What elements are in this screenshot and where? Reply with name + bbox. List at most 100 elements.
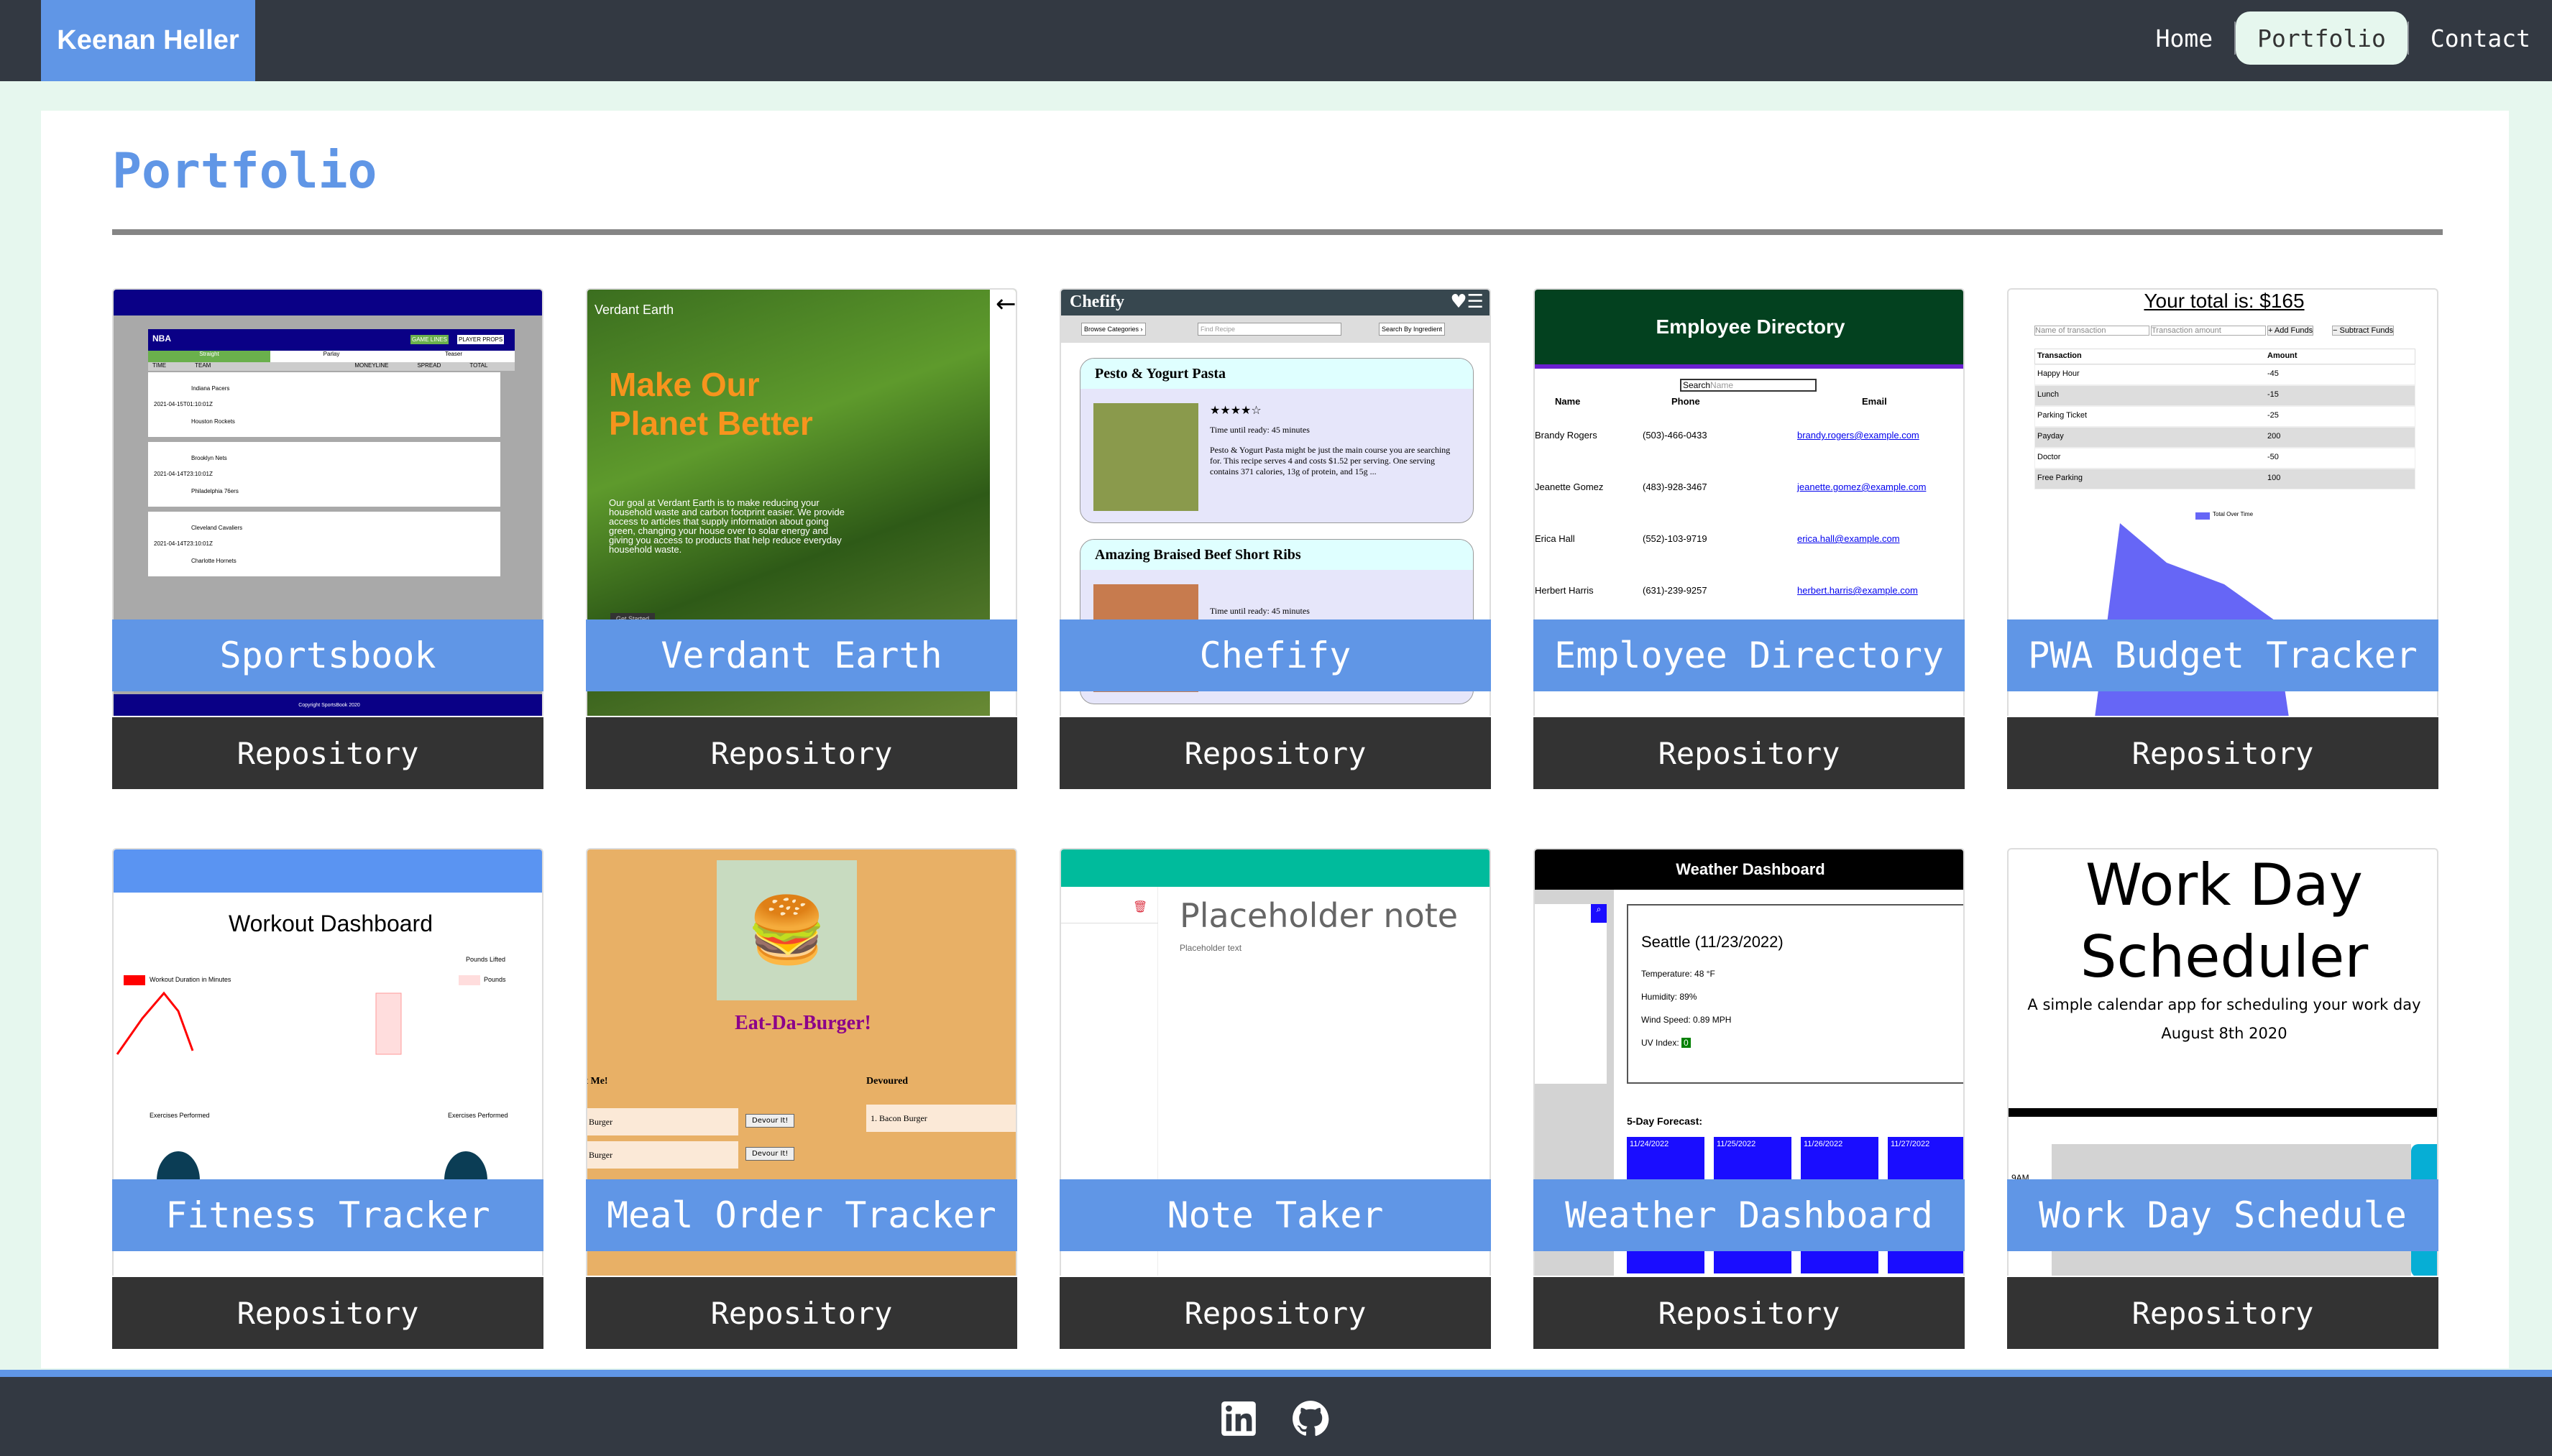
employee-phone: (503)-466-0433 (1643, 430, 1707, 441)
employee-name: Jeanette Gomez (1535, 482, 1604, 492)
transaction-amount-input: Transaction amount (2151, 326, 2266, 336)
preview-heading: Work Day Scheduler (2080, 852, 2369, 990)
project-title[interactable]: PWA Budget Tracker (2007, 619, 2438, 691)
forecast-date: 11/27/2022 (1891, 1140, 1930, 1148)
preview-heading: Weather Dashboard (1535, 849, 1963, 890)
employee-name: Brandy Rogers (1535, 430, 1597, 441)
github-icon[interactable] (1292, 1400, 1329, 1437)
transaction-amount: -25 (2267, 411, 2279, 420)
preview-date: August 8th 2020 (2161, 1025, 2287, 1042)
recipe-name: Pesto & Yogurt Pasta (1080, 359, 1473, 389)
uv-index: 0 (1681, 1038, 1691, 1048)
transaction-name: Doctor (2037, 453, 2061, 461)
burger-item: Burger (587, 1141, 738, 1169)
burger-icon: 🍔 (717, 860, 857, 1000)
city-date: Seattle (11/23/2022) (1641, 933, 1784, 951)
transaction-name: Lunch (2037, 390, 2059, 399)
project-title[interactable]: Employee Directory (1533, 619, 1965, 691)
col-title: Devoured (866, 1076, 909, 1087)
find-recipe-input: Find Recipe (1198, 323, 1341, 336)
table-row: Happy Hour -45 (2034, 364, 2415, 385)
employee-phone: (631)-239-9257 (1643, 585, 1707, 596)
transaction-amount: 200 (2267, 432, 2281, 441)
preview-heading: Eat-Da-Burger! (735, 1012, 871, 1034)
team: Cleveland Cavaliers (191, 525, 243, 531)
recipe-desc: Pesto & Yogurt Pasta might be just the m… (1210, 445, 1451, 476)
repository-button[interactable]: Repository (1533, 1277, 1965, 1349)
project-title[interactable]: Fitness Tracker (112, 1179, 543, 1251)
col-header: TEAM (195, 362, 211, 369)
repository-button[interactable]: Repository (586, 1277, 1017, 1349)
chart-legend: Total Over Time (2213, 511, 2254, 517)
team: Indiana Pacers (191, 385, 230, 392)
repository-button[interactable]: Repository (2007, 1277, 2438, 1349)
nav-contact[interactable]: Contact (2409, 11, 2552, 65)
repository-button[interactable]: Repository (1060, 717, 1491, 789)
top-navbar: Keenan Heller Home Portfolio Contact (0, 0, 2552, 81)
col-header: MONEYLINE (354, 362, 389, 369)
col-header: Email (1862, 396, 1887, 407)
employee-phone: (483)-928-3467 (1643, 482, 1707, 492)
project-title[interactable]: Chefify (1060, 619, 1491, 691)
preview-headline: Make Our Planet Better (609, 366, 813, 442)
employee-email: jeanette.gomez@example.com (1797, 482, 1927, 492)
devour-button: Devour It! (745, 1147, 795, 1161)
heart-menu-icon: ♥☰ (1450, 291, 1484, 313)
project-title[interactable]: Meal Order Tracker (586, 1179, 1017, 1251)
repository-button[interactable]: Repository (1060, 1277, 1491, 1349)
project-title[interactable]: Note Taker (1060, 1179, 1491, 1251)
team: Charlotte Hornets (191, 558, 237, 564)
col-header: Amount (2267, 351, 2298, 360)
game-time: 2021-04-14T23:10:01Z (154, 540, 213, 547)
repository-button[interactable]: Repository (112, 717, 543, 789)
repository-button[interactable]: Repository (586, 717, 1017, 789)
preview-brand: Verdant Earth (595, 303, 674, 317)
game-time: 2021-04-14T23:10:01Z (154, 471, 213, 477)
table-row: Doctor -50 (2034, 448, 2415, 469)
burger-item: Burger (587, 1108, 738, 1135)
league-label: NBA (152, 333, 171, 344)
preview-sub: A simple calendar app for scheduling you… (2027, 996, 2421, 1013)
search-label: Search (1683, 380, 1711, 390)
team: Brooklyn Nets (191, 455, 227, 461)
chart-title: Exercises Performed (150, 1112, 210, 1119)
table-row: Payday 200 (2034, 427, 2415, 448)
project-title[interactable]: Work Day Schedule (2007, 1179, 2438, 1251)
project-title[interactable]: Sportsbook (112, 619, 543, 691)
chart-title: Exercises Performed (448, 1112, 508, 1119)
recipe-time: Time until ready: 45 minutes (1210, 606, 1310, 616)
note-text: Placeholder text (1180, 943, 1242, 953)
transaction-name: Free Parking (2037, 474, 2083, 482)
employee-name: Erica Hall (1535, 533, 1575, 544)
repository-button[interactable]: Repository (2007, 717, 2438, 789)
brand-logo[interactable]: Keenan Heller (41, 0, 255, 81)
col-header: SPREAD (417, 362, 441, 369)
transaction-name: Parking Ticket (2037, 411, 2088, 420)
nav-portfolio[interactable]: Portfolio (2236, 11, 2408, 65)
chart-legend: Workout Duration in Minutes (150, 976, 231, 983)
nav-menu: Home Portfolio Contact (2134, 11, 2552, 65)
bet-type: Parlay (323, 351, 340, 357)
col-header: TIME (152, 362, 167, 369)
project-title[interactable]: Verdant Earth (586, 619, 1017, 691)
trash-icon: 🗑 (1133, 900, 1148, 913)
transaction-amount: -50 (2267, 453, 2279, 461)
repository-button[interactable]: Repository (112, 1277, 543, 1349)
forecast-label: 5-Day Forecast: (1627, 1115, 1703, 1127)
employee-email: brandy.rogers@example.com (1797, 430, 1919, 441)
add-funds-button: + Add Funds (2267, 326, 2314, 336)
preview-footer: Copyright SportsBook 2020 (114, 694, 542, 716)
nav-home[interactable]: Home (2134, 11, 2234, 65)
bet-type: Teaser (444, 351, 462, 357)
chart-title: Pounds Lifted (466, 956, 506, 963)
transaction-name: Payday (2037, 432, 2064, 441)
subtract-funds-button: − Subtract Funds (2332, 326, 2395, 336)
browse-categories: Browse Categories › (1081, 323, 1146, 336)
transaction-name-input: Name of transaction (2034, 326, 2149, 336)
table-row: Free Parking 100 (2034, 469, 2415, 489)
transaction-amount: -45 (2267, 369, 2279, 378)
project-title[interactable]: Weather Dashboard (1533, 1179, 1965, 1251)
repository-button[interactable]: Repository (1533, 717, 1965, 789)
search-icon: ⌕ (1591, 904, 1607, 923)
linkedin-icon[interactable] (1220, 1400, 1257, 1437)
